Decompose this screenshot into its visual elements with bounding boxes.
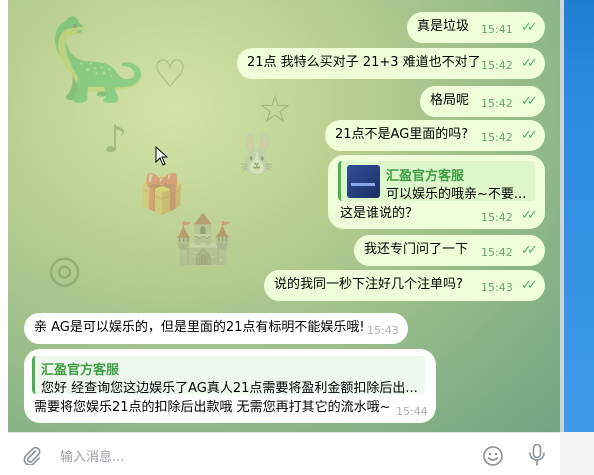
reply-quote[interactable]: 汇盈官方客服 可以娱乐的哦亲~不要... xyxy=(338,161,535,202)
desktop-background xyxy=(560,0,594,432)
quote-sender-name: 汇盈官方客服 xyxy=(386,169,465,184)
castle-doodle-icon: 🏰 xyxy=(173,211,233,267)
message-bubble-outgoing[interactable]: 21点不是AG里面的吗? 15:42 ✓✓ xyxy=(325,120,545,151)
double-check-icon: ✓✓ xyxy=(521,278,538,293)
message-time: 15:42 xyxy=(481,59,513,72)
message-time: 15:44 xyxy=(396,405,428,418)
rabbit-doodle-icon: 🐰 xyxy=(233,132,281,176)
window-edge-bottom xyxy=(560,432,594,475)
message-composer: 输入消息... xyxy=(8,432,560,475)
mouse-cursor-icon xyxy=(155,146,169,166)
double-check-icon: ✓✓ xyxy=(521,208,538,223)
message-text: 我还专门问了一下 xyxy=(364,242,469,257)
quote-sender-name: 汇盈官方客服 xyxy=(41,363,120,378)
message-text: 需要将您娱乐21点的扣除后出款哦 无需您再打其它的流水哦~ xyxy=(34,400,391,415)
quote-thumbnail xyxy=(347,165,380,198)
heart-doodle-icon: ♡ xyxy=(153,52,188,96)
double-check-icon: ✓✓ xyxy=(521,94,538,109)
music-doodle-icon: ♪ xyxy=(103,117,128,161)
message-time: 15:42 xyxy=(481,246,513,259)
message-text: 21点 我特么买对子 21+3 难道也不对了 xyxy=(247,55,481,70)
ball-doodle-icon: ◎ xyxy=(48,247,82,291)
message-bubble-outgoing[interactable]: 格局呢 15:42 ✓✓ xyxy=(420,86,545,117)
double-check-icon: ✓✓ xyxy=(521,56,538,71)
reply-quote[interactable]: 汇盈官方客服 您好 经查询您这边娱乐了AG真人21点需要将盈利金额扣除后出... xyxy=(32,356,425,396)
message-bubble-outgoing[interactable]: 21点 我特么买对子 21+3 难道也不对了 15:42 ✓✓ xyxy=(237,48,545,79)
message-time: 15:42 xyxy=(481,211,513,224)
message-bubble-incoming[interactable]: 亲 AG是可以娱乐的，但是里面的21点有标明不能娱乐哦! 15:43 xyxy=(24,313,408,344)
message-text: 格局呢 xyxy=(430,93,470,108)
window-edge xyxy=(560,0,594,432)
message-time: 15:41 xyxy=(481,23,513,36)
message-text: 21点不是AG里面的吗? xyxy=(335,127,469,142)
message-text: 真是垃圾 xyxy=(417,19,470,34)
paperclip-icon[interactable] xyxy=(22,445,42,465)
message-time: 15:43 xyxy=(367,324,399,337)
microphone-icon[interactable] xyxy=(528,443,546,467)
message-bubble-outgoing-reply[interactable]: 汇盈官方客服 可以娱乐的哦亲~不要... 这是谁说的？ 15:42 ✓✓ xyxy=(328,155,545,229)
message-time: 15:42 xyxy=(481,97,513,110)
message-bubble-outgoing[interactable]: 说的我同一秒下注好几个注单吗? 15:43 ✓✓ xyxy=(264,270,545,301)
double-check-icon: ✓✓ xyxy=(521,243,538,258)
double-check-icon: ✓✓ xyxy=(521,20,538,35)
double-check-icon: ✓✓ xyxy=(521,128,538,143)
message-bubble-outgoing[interactable]: 我还专门问了一下 15:42 ✓✓ xyxy=(354,235,545,266)
message-bubble-incoming-reply[interactable]: 汇盈官方客服 您好 经查询您这边娱乐了AG真人21点需要将盈利金额扣除后出...… xyxy=(24,349,436,423)
gift-doodle-icon: 🎁 xyxy=(138,172,186,216)
star-doodle-icon: ☆ xyxy=(258,87,293,131)
message-time: 15:42 xyxy=(481,131,513,144)
message-input[interactable]: 输入消息... xyxy=(60,446,124,465)
window-border xyxy=(560,0,564,432)
smiley-icon[interactable] xyxy=(482,445,504,467)
message-text: 说的我同一秒下注好几个注单吗? xyxy=(274,277,463,292)
message-bubble-outgoing[interactable]: 真是垃圾 15:41 ✓✓ xyxy=(407,12,545,43)
message-time: 15:43 xyxy=(481,281,513,294)
message-text: 亲 AG是可以娱乐的，但是里面的21点有标明不能娱乐哦! xyxy=(34,320,365,335)
message-text: 这是谁说的？ xyxy=(340,206,419,221)
dinosaur-doodle-icon: 🦕 xyxy=(48,13,148,106)
